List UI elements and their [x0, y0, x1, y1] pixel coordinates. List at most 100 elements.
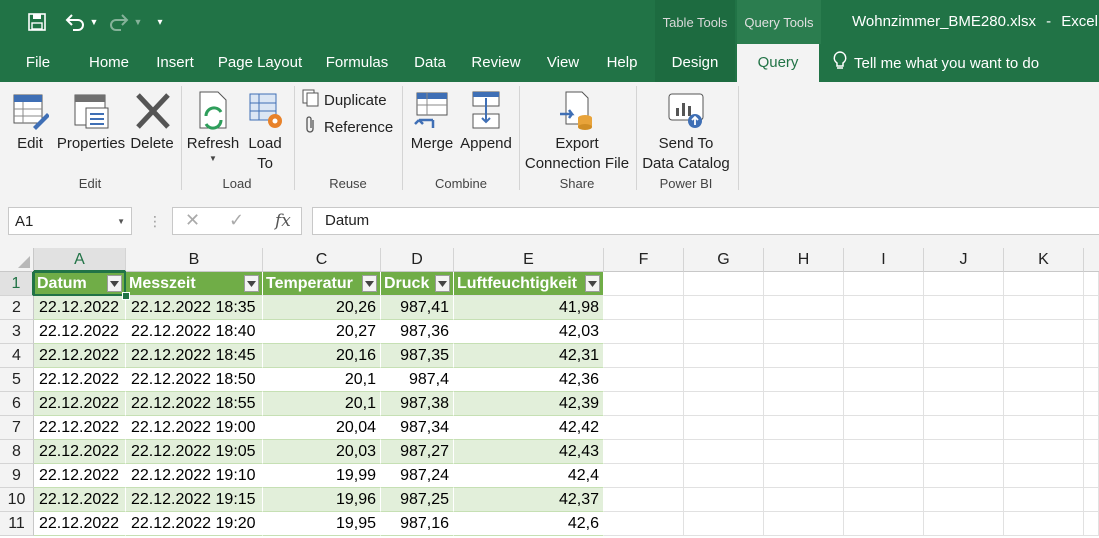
table-cell-datum[interactable]: 22.12.2022 — [34, 296, 126, 320]
save-icon[interactable] — [24, 10, 50, 34]
table-cell-luftfeuchtigkeit[interactable]: 42,36 — [454, 368, 604, 392]
empty-cell[interactable] — [1004, 392, 1084, 416]
empty-cell[interactable] — [604, 368, 684, 392]
column-header-f[interactable]: F — [604, 248, 684, 272]
select-all-corner[interactable] — [0, 248, 34, 272]
table-cell-druck[interactable]: 987,16 — [381, 512, 454, 536]
table-cell-druck[interactable]: 987,35 — [381, 344, 454, 368]
table-cell-temperatur[interactable]: 20,1 — [263, 368, 381, 392]
empty-cell[interactable] — [924, 416, 1004, 440]
table-cell-messzeit[interactable]: 22.12.2022 19:20 — [126, 512, 263, 536]
empty-cell[interactable] — [684, 512, 764, 536]
table-cell-luftfeuchtigkeit[interactable]: 42,6 — [454, 512, 604, 536]
empty-cell[interactable] — [764, 368, 844, 392]
column-header-k[interactable]: K — [1004, 248, 1084, 272]
table-cell-temperatur[interactable]: 19,95 — [263, 512, 381, 536]
table-cell-datum[interactable]: 22.12.2022 — [34, 416, 126, 440]
empty-cell[interactable] — [1004, 344, 1084, 368]
empty-cell[interactable] — [684, 440, 764, 464]
empty-cell[interactable] — [924, 296, 1004, 320]
row-header[interactable]: 10 — [0, 488, 34, 512]
empty-cell[interactable] — [1084, 296, 1099, 320]
empty-cell[interactable] — [1084, 440, 1099, 464]
table-cell-druck[interactable]: 987,4 — [381, 368, 454, 392]
table-cell-druck[interactable]: 987,25 — [381, 488, 454, 512]
undo-dropdown-icon[interactable]: ▼ — [88, 10, 100, 34]
empty-cell[interactable] — [844, 368, 924, 392]
empty-cell[interactable] — [924, 392, 1004, 416]
empty-cell[interactable] — [1004, 512, 1084, 536]
table-cell-druck[interactable]: 987,38 — [381, 392, 454, 416]
table-cell-druck[interactable]: 987,27 — [381, 440, 454, 464]
empty-cell[interactable] — [764, 416, 844, 440]
empty-cell[interactable] — [1004, 296, 1084, 320]
empty-cell[interactable] — [924, 488, 1004, 512]
cancel-icon[interactable]: ✕ — [185, 210, 200, 231]
empty-cell[interactable] — [844, 296, 924, 320]
empty-cell[interactable] — [924, 320, 1004, 344]
filter-dropdown-icon[interactable] — [244, 275, 259, 292]
empty-cell[interactable] — [604, 464, 684, 488]
empty-cell[interactable] — [844, 344, 924, 368]
send-to-data-catalog-button[interactable]: Send To Data Catalog — [640, 88, 732, 174]
empty-cell[interactable] — [604, 488, 684, 512]
table-cell-druck[interactable]: 987,34 — [381, 416, 454, 440]
table-cell-messzeit[interactable]: 22.12.2022 19:15 — [126, 488, 263, 512]
refresh-button[interactable]: Refresh ▼ — [186, 88, 240, 163]
enter-check-icon[interactable]: ✓ — [229, 210, 244, 231]
tab-review[interactable]: Review — [466, 44, 526, 82]
empty-cell[interactable] — [1004, 368, 1084, 392]
empty-cell[interactable] — [1084, 464, 1099, 488]
empty-cell[interactable] — [1084, 272, 1099, 296]
row-header[interactable]: 5 — [0, 368, 34, 392]
export-connection-file-button[interactable]: Export Connection File — [524, 88, 630, 174]
append-button[interactable]: Append — [458, 88, 514, 154]
table-cell-luftfeuchtigkeit[interactable]: 42,31 — [454, 344, 604, 368]
empty-cell[interactable] — [684, 320, 764, 344]
table-cell-luftfeuchtigkeit[interactable]: 42,43 — [454, 440, 604, 464]
tab-design[interactable]: Design — [655, 44, 735, 82]
name-box[interactable]: A1 ▼ — [8, 207, 132, 235]
empty-cell[interactable] — [844, 320, 924, 344]
empty-cell[interactable] — [684, 272, 764, 296]
tab-data[interactable]: Data — [406, 44, 454, 82]
empty-cell[interactable] — [1084, 488, 1099, 512]
table-header-druck[interactable]: Druck — [381, 272, 454, 296]
empty-cell[interactable] — [764, 272, 844, 296]
empty-cell[interactable] — [684, 296, 764, 320]
row-header[interactable]: 4 — [0, 344, 34, 368]
column-header-c[interactable]: C — [263, 248, 381, 272]
column-header-e[interactable]: E — [454, 248, 604, 272]
reference-button[interactable]: Reference — [302, 116, 393, 138]
empty-cell[interactable] — [764, 512, 844, 536]
empty-cell[interactable] — [604, 512, 684, 536]
row-header[interactable]: 2 — [0, 296, 34, 320]
empty-cell[interactable] — [604, 392, 684, 416]
table-cell-luftfeuchtigkeit[interactable]: 42,4 — [454, 464, 604, 488]
filter-dropdown-icon[interactable] — [585, 275, 600, 292]
insert-function-icon[interactable]: fx — [275, 211, 291, 231]
edit-query-button[interactable]: Edit — [8, 88, 52, 154]
empty-cell[interactable] — [684, 344, 764, 368]
empty-cell[interactable] — [604, 272, 684, 296]
empty-cell[interactable] — [844, 488, 924, 512]
redo-icon[interactable] — [106, 10, 132, 34]
column-header-g[interactable]: G — [684, 248, 764, 272]
properties-button[interactable]: Properties — [56, 88, 126, 154]
tab-file[interactable]: File — [12, 44, 64, 82]
row-header[interactable]: 6 — [0, 392, 34, 416]
delete-query-button[interactable]: Delete — [128, 88, 176, 154]
table-cell-temperatur[interactable]: 20,27 — [263, 320, 381, 344]
load-to-button[interactable]: Load To — [242, 88, 288, 174]
table-cell-temperatur[interactable]: 19,99 — [263, 464, 381, 488]
empty-cell[interactable] — [604, 440, 684, 464]
table-header-datum[interactable]: Datum — [34, 272, 126, 296]
empty-cell[interactable] — [1084, 392, 1099, 416]
table-cell-datum[interactable]: 22.12.2022 — [34, 368, 126, 392]
empty-cell[interactable] — [844, 392, 924, 416]
table-cell-messzeit[interactable]: 22.12.2022 19:10 — [126, 464, 263, 488]
empty-cell[interactable] — [764, 320, 844, 344]
table-cell-messzeit[interactable]: 22.12.2022 18:45 — [126, 344, 263, 368]
empty-cell[interactable] — [604, 416, 684, 440]
table-cell-messzeit[interactable]: 22.12.2022 18:55 — [126, 392, 263, 416]
